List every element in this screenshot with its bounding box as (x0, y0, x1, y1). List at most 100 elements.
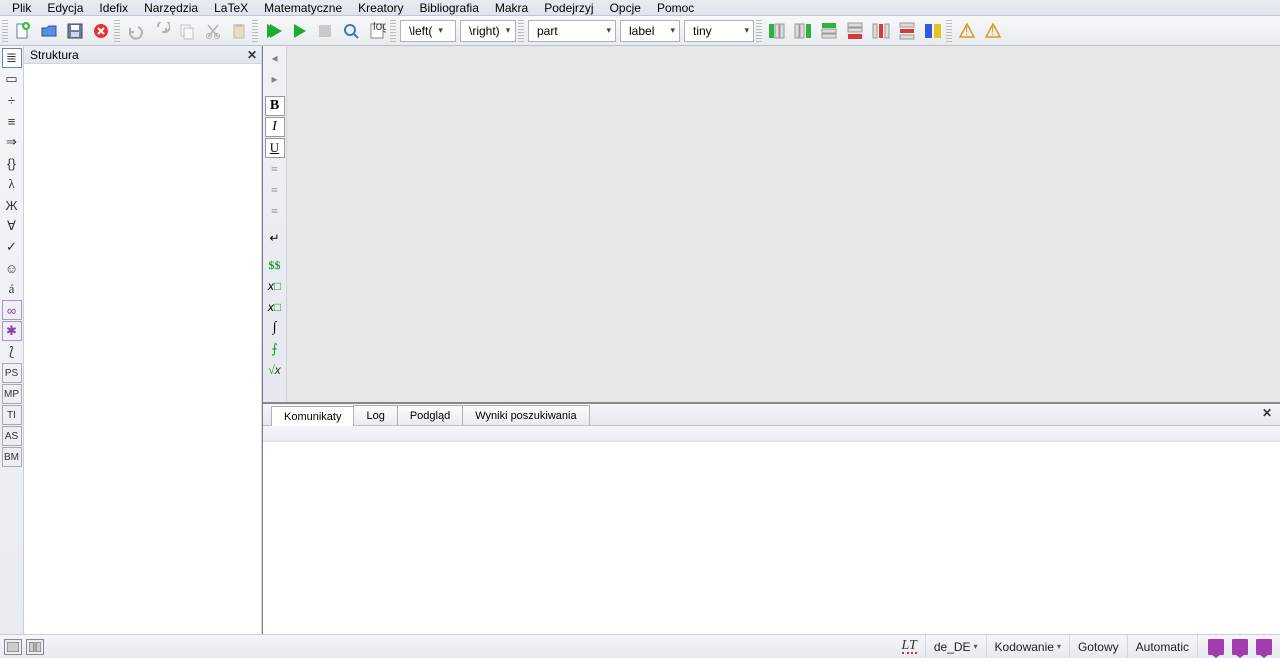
toolbar-handle[interactable] (390, 20, 396, 42)
sum-button[interactable]: ⨍ (265, 339, 285, 359)
stop-button[interactable] (313, 19, 337, 43)
status-language[interactable]: de_DE▾ (925, 635, 986, 658)
fontsize-combo[interactable]: tiny▾ (684, 20, 754, 42)
section-combo[interactable]: part▾ (528, 20, 616, 42)
palette-brackets-icon[interactable]: ⟅ (2, 342, 22, 362)
sqrt-button[interactable]: √x (265, 360, 285, 380)
view-pdf-button[interactable] (339, 19, 363, 43)
superscript-button[interactable]: x□ (265, 297, 285, 317)
palette-ti-icon[interactable]: TI (2, 405, 22, 425)
warning-prev-button[interactable]: ! (955, 19, 979, 43)
newline-button[interactable]: ↵ (265, 228, 285, 248)
table-insert-col-left-button[interactable] (765, 19, 789, 43)
nav-forward-icon[interactable]: ▸ (265, 69, 285, 89)
tab-komunikaty[interactable]: Komunikaty (271, 406, 354, 426)
view-log-button[interactable]: log (365, 19, 389, 43)
compile-button[interactable] (287, 19, 311, 43)
warning-next-button[interactable]: ! (981, 19, 1005, 43)
nav-back-icon[interactable]: ◂ (265, 48, 285, 68)
structure-icon[interactable]: ≣ (2, 48, 22, 68)
new-file-button[interactable] (11, 19, 35, 43)
palette-accent-icon[interactable]: á (2, 279, 22, 299)
undo-button[interactable] (123, 19, 147, 43)
bookmark-icon[interactable] (1232, 639, 1248, 655)
palette-forall-icon[interactable]: ∀ (2, 216, 22, 236)
messages-close-button[interactable]: ✕ (1262, 406, 1272, 420)
palette-arrow-icon[interactable]: ⇒ (2, 132, 22, 152)
palette-braces-icon[interactable]: {} (2, 153, 22, 173)
bookmark-icon[interactable] (1256, 639, 1272, 655)
menu-pomoc[interactable]: Pomoc (649, 1, 702, 15)
redo-button[interactable] (149, 19, 173, 43)
palette-ps-icon[interactable]: PS (2, 363, 22, 383)
structure-close-button[interactable]: ✕ (247, 48, 257, 62)
left-delimiter-combo[interactable]: \left(▾ (400, 20, 456, 42)
palette-fraction-icon[interactable]: ÷ (2, 90, 22, 110)
align-center-button[interactable]: ≡ (265, 180, 285, 200)
toolbar-handle[interactable] (2, 20, 8, 42)
menu-matematyczne[interactable]: Matematyczne (256, 1, 350, 15)
status-lineending[interactable]: Automatic (1127, 635, 1197, 658)
menu-podejrzyj[interactable]: Podejrzyj (536, 1, 601, 15)
menu-edycja[interactable]: Edycja (39, 1, 91, 15)
status-encoding[interactable]: Kodowanie▾ (986, 635, 1069, 658)
underline-button[interactable]: U (265, 138, 285, 158)
menu-plik[interactable]: Plik (4, 1, 39, 15)
bookmark-icon[interactable] (1208, 639, 1224, 655)
palette-lambda-icon[interactable]: λ (2, 174, 22, 194)
status-languagetool[interactable]: LT (894, 635, 925, 658)
align-left-button[interactable]: ≡ (265, 159, 285, 179)
copy-button[interactable] (175, 19, 199, 43)
open-file-button[interactable] (37, 19, 61, 43)
build-run-button[interactable] (261, 19, 285, 43)
palette-infinity-icon[interactable]: ∞ (2, 300, 22, 320)
close-button[interactable] (89, 19, 113, 43)
palette-as-icon[interactable]: AS (2, 426, 22, 446)
menu-opcje[interactable]: Opcje (602, 1, 649, 15)
table-insert-col-right-button[interactable] (791, 19, 815, 43)
editor-area[interactable] (287, 46, 1280, 402)
right-delimiter-combo[interactable]: \right)▾ (460, 20, 516, 42)
cut-button[interactable] (201, 19, 225, 43)
table-insert-row-top-button[interactable] (817, 19, 841, 43)
toolbar-handle[interactable] (946, 20, 952, 42)
menu-bibliografia[interactable]: Bibliografia (412, 1, 487, 15)
toolbar-handle[interactable] (114, 20, 120, 42)
palette-mp-icon[interactable]: MP (2, 384, 22, 404)
integral-button[interactable]: ∫ (265, 318, 285, 338)
menu-narzedzia[interactable]: Narzędzia (136, 1, 206, 15)
bold-button[interactable]: B (265, 96, 285, 116)
paste-button[interactable] (227, 19, 251, 43)
tab-podglad[interactable]: Podgląd (397, 405, 463, 425)
math-mode-button[interactable]: $$ (265, 255, 285, 275)
palette-box-icon[interactable]: ▭ (2, 69, 22, 89)
messages-list[interactable] (263, 426, 1280, 634)
menu-idefix[interactable]: Idefix (91, 1, 136, 15)
palette-bm-icon[interactable]: BM (2, 447, 22, 467)
menu-latex[interactable]: LaTeX (206, 1, 256, 15)
palette-cyrillic-icon[interactable]: Ж (2, 195, 22, 215)
palette-asterisk-icon[interactable]: ✱ (2, 321, 22, 341)
italic-button[interactable]: I (265, 117, 285, 137)
view-mode-single-button[interactable] (4, 639, 22, 655)
save-button[interactable] (63, 19, 87, 43)
align-right-button[interactable]: ≡ (265, 201, 285, 221)
palette-check-icon[interactable]: ✓ (2, 237, 22, 257)
ref-combo[interactable]: label▾ (620, 20, 680, 42)
structure-tree[interactable] (24, 64, 261, 634)
table-merge-button[interactable] (921, 19, 945, 43)
toolbar-handle[interactable] (252, 20, 258, 42)
menu-makra[interactable]: Makra (487, 1, 536, 15)
tab-wyniki[interactable]: Wyniki poszukiwania (462, 405, 589, 425)
toolbar-handle[interactable] (756, 20, 762, 42)
tab-log[interactable]: Log (353, 405, 397, 425)
palette-lines-icon[interactable]: ≡ (2, 111, 22, 131)
palette-smiley-icon[interactable]: ☺ (2, 258, 22, 278)
table-delete-row-button[interactable] (895, 19, 919, 43)
table-insert-row-bottom-button[interactable] (843, 19, 867, 43)
view-mode-split-button[interactable] (26, 639, 44, 655)
table-delete-col-button[interactable] (869, 19, 893, 43)
toolbar-handle[interactable] (518, 20, 524, 42)
subscript-button[interactable]: x□ (265, 276, 285, 296)
menu-kreatory[interactable]: Kreatory (350, 1, 411, 15)
